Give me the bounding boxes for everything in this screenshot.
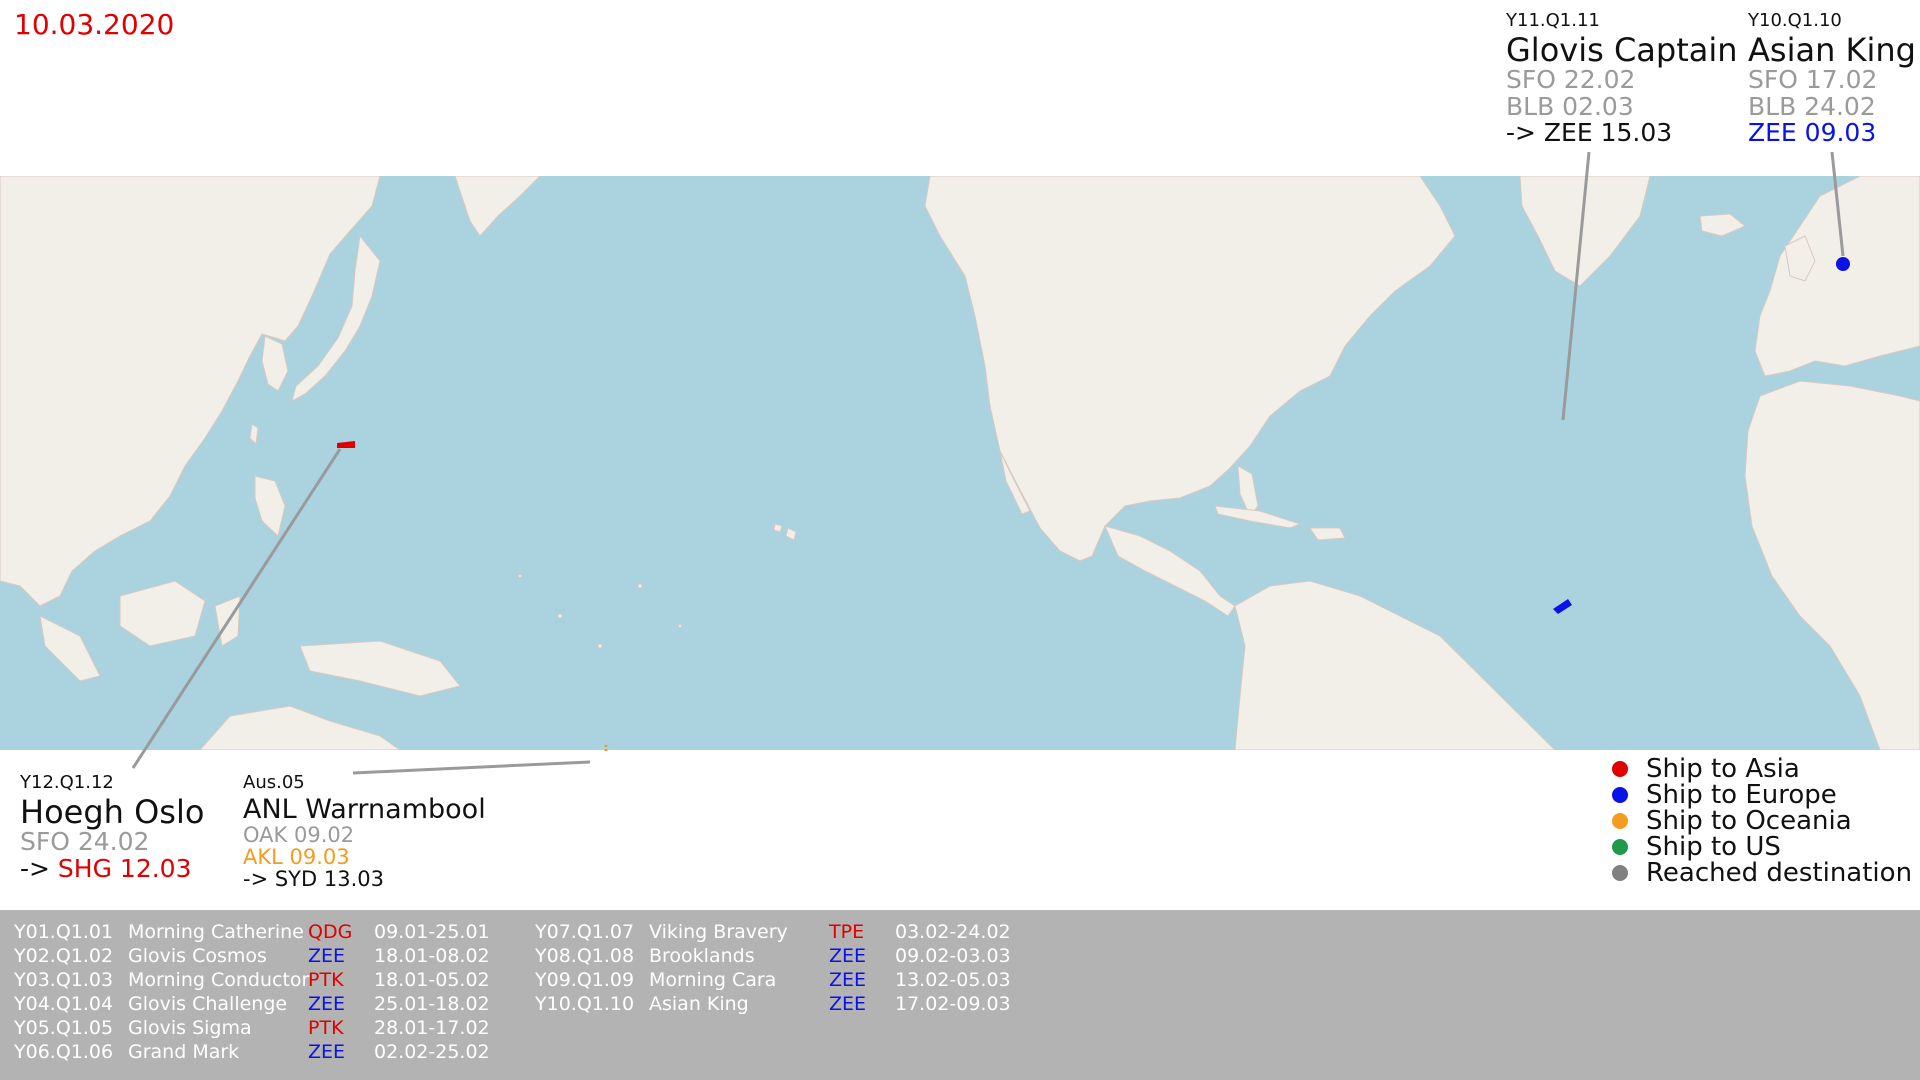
callout-stop: BLB 24.02 xyxy=(1748,91,1876,121)
row-code: Y10.Q1.10 xyxy=(535,993,635,1015)
callout-code: Y12.Q1.12 xyxy=(20,772,114,793)
callout-origin: SFO 17.02 xyxy=(1748,65,1878,95)
callout-destination: -> ZEE 15.03 xyxy=(1506,117,1673,147)
callout-arrow: -> xyxy=(20,853,50,883)
row-dates: 09.01-25.01 xyxy=(374,921,490,943)
row-ship: Grand Mark xyxy=(128,1041,240,1063)
legend-label: Ship to Oceania xyxy=(1646,806,1852,836)
row-dates: 02.02-25.02 xyxy=(374,1041,490,1063)
legend-dot-icon xyxy=(1612,761,1628,777)
row-dates: 17.02-09.03 xyxy=(895,993,1011,1015)
row-dates: 09.02-03.03 xyxy=(895,945,1011,967)
callout-anl-warrnambool[interactable]: Aus.05 ANL Warrnambool OAK 09.02 AKL 09.… xyxy=(243,772,486,892)
callout-destination: -> SHG 12.03 xyxy=(20,853,204,883)
row-dest: ZEE xyxy=(829,945,867,967)
row-ship: Glovis Cosmos xyxy=(128,945,267,967)
row-code: Y07.Q1.07 xyxy=(535,921,635,943)
legend-dot-icon xyxy=(1612,839,1628,855)
table-row[interactable]: Y06.Q1.06 Grand Mark ZEE 02.02-25.02 xyxy=(14,1040,494,1064)
legend-label: Ship to Asia xyxy=(1646,754,1800,784)
history-column-1: Y01.Q1.01 Morning Catherine QDG 09.01-25… xyxy=(14,920,494,1064)
legend-dot-icon xyxy=(1612,865,1628,881)
row-code: Y05.Q1.05 xyxy=(14,1017,114,1039)
map-legend: Ship to Asia Ship to Europe Ship to Ocea… xyxy=(1612,756,1912,886)
callout-code: Y10.Q1.10 xyxy=(1748,10,1842,31)
row-code: Y02.Q1.02 xyxy=(14,945,114,967)
table-row[interactable]: Y05.Q1.05 Glovis Sigma PTK 28.01-17.02 xyxy=(14,1016,494,1040)
shipment-history-panel: Y01.Q1.01 Morning Catherine QDG 09.01-25… xyxy=(0,910,1920,1080)
row-code: Y04.Q1.04 xyxy=(14,993,114,1015)
table-row[interactable]: Y10.Q1.10 Asian King ZEE 17.02-09.03 xyxy=(535,992,1015,1016)
callout-origin: SFO 24.02 xyxy=(20,827,150,857)
row-dest: ZEE xyxy=(308,993,346,1015)
row-dest: ZEE xyxy=(308,1041,346,1063)
row-ship: Morning Conductor xyxy=(128,969,310,991)
leader-asian-king xyxy=(1830,151,1845,257)
table-row[interactable]: Y04.Q1.04 Glovis Challenge ZEE 25.01-18.… xyxy=(14,992,494,1016)
legend-item-asia: Ship to Asia xyxy=(1612,756,1912,782)
callout-origin: SFO 22.02 xyxy=(1506,65,1636,95)
row-dest: QDG xyxy=(308,921,353,943)
row-ship: Glovis Sigma xyxy=(128,1017,252,1039)
callout-origin: OAK 09.02 xyxy=(243,823,355,848)
legend-item-us: Ship to US xyxy=(1612,834,1912,860)
row-code: Y09.Q1.09 xyxy=(535,969,635,991)
callout-destination-port: SHG 12.03 xyxy=(57,853,192,883)
legend-item-europe: Ship to Europe xyxy=(1612,782,1912,808)
legend-label: Ship to US xyxy=(1646,832,1781,862)
row-dest: ZEE xyxy=(308,945,346,967)
history-column-2: Y07.Q1.07 Viking Bravery TPE 03.02-24.02… xyxy=(535,920,1015,1016)
row-dates: 03.02-24.02 xyxy=(895,921,1011,943)
callout-stop: AKL 09.03 xyxy=(243,845,350,870)
row-ship: Morning Cara xyxy=(649,969,777,991)
row-dest: ZEE xyxy=(829,969,867,991)
callout-glovis-captain[interactable]: Y11.Q1.11 Glovis Captain SFO 22.02 BLB 0… xyxy=(1506,10,1738,147)
row-dates: 18.01-05.02 xyxy=(374,969,490,991)
legend-label: Reached destination xyxy=(1646,858,1913,888)
callout-ship-name: Asian King xyxy=(1748,30,1916,69)
row-code: Y08.Q1.08 xyxy=(535,945,635,967)
leader-hoegh-oslo xyxy=(131,448,342,769)
legend-dot-icon xyxy=(1612,787,1628,803)
row-code: Y06.Q1.06 xyxy=(14,1041,114,1063)
row-dest: TPE xyxy=(829,921,865,943)
row-code: Y01.Q1.01 xyxy=(14,921,114,943)
callout-code: Y11.Q1.11 xyxy=(1506,10,1600,31)
row-ship: Morning Catherine xyxy=(128,921,304,943)
row-dates: 13.02-05.03 xyxy=(895,969,1011,991)
row-dest: PTK xyxy=(308,969,344,991)
legend-item-reached: Reached destination xyxy=(1612,860,1912,886)
leader-anl-warrnambool xyxy=(352,760,591,775)
row-ship: Viking Bravery xyxy=(649,921,788,943)
callout-asian-king[interactable]: Y10.Q1.10 Asian King SFO 17.02 BLB 24.02… xyxy=(1748,10,1916,147)
callout-hoegh-oslo[interactable]: Y12.Q1.12 Hoegh Oslo SFO 24.02 -> SHG 12… xyxy=(20,772,205,883)
row-dest: ZEE xyxy=(829,993,867,1015)
callout-code: Aus.05 xyxy=(243,772,305,793)
row-dest: PTK xyxy=(308,1017,344,1039)
callout-stop: BLB 02.03 xyxy=(1506,91,1634,121)
row-ship: Brooklands xyxy=(649,945,755,967)
callout-destination: -> SYD 13.03 xyxy=(243,867,384,892)
row-ship: Glovis Challenge xyxy=(128,993,288,1015)
callout-ship-name: ANL Warrnambool xyxy=(243,793,486,825)
table-row[interactable]: Y03.Q1.03 Morning Conductor PTK 18.01-05… xyxy=(14,968,494,992)
row-dates: 28.01-17.02 xyxy=(374,1017,490,1039)
row-dates: 18.01-08.02 xyxy=(374,945,490,967)
callout-destination: ZEE 09.03 xyxy=(1748,117,1877,147)
table-row[interactable]: Y01.Q1.01 Morning Catherine QDG 09.01-25… xyxy=(14,920,494,944)
row-code: Y03.Q1.03 xyxy=(14,969,114,991)
legend-item-oceania: Ship to Oceania xyxy=(1612,808,1912,834)
table-row[interactable]: Y02.Q1.02 Glovis Cosmos ZEE 18.01-08.02 xyxy=(14,944,494,968)
legend-label: Ship to Europe xyxy=(1646,780,1837,810)
table-row[interactable]: Y07.Q1.07 Viking Bravery TPE 03.02-24.02 xyxy=(535,920,1015,944)
legend-dot-icon xyxy=(1612,813,1628,829)
ship-tracker-view: 10.03.2020 Y11.Q1.11 Glovis Captain SFO … xyxy=(0,0,1920,1080)
callout-ship-name: Glovis Captain xyxy=(1506,30,1738,69)
callout-ship-name: Hoegh Oslo xyxy=(20,792,205,831)
table-row[interactable]: Y09.Q1.09 Morning Cara ZEE 13.02-05.03 xyxy=(535,968,1015,992)
row-ship: Asian King xyxy=(649,993,749,1015)
leader-glovis-captain xyxy=(1561,151,1591,421)
row-dates: 25.01-18.02 xyxy=(374,993,490,1015)
table-row[interactable]: Y08.Q1.08 Brooklands ZEE 09.02-03.03 xyxy=(535,944,1015,968)
